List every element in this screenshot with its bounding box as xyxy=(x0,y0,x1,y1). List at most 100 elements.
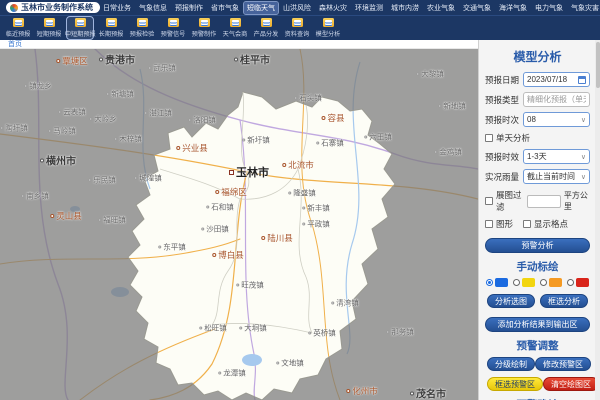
toolbar: 临近预报短期预报中短期预报长期预报预报检验预警信号预警制作天气会商产品分发资料查… xyxy=(0,15,600,40)
forecast-date-label: 预报日期 xyxy=(485,74,523,86)
level-draw-button[interactable]: 分级绘制 xyxy=(487,357,535,371)
top-nav-item-6[interactable]: 森林火灾 xyxy=(316,2,350,14)
document-icon xyxy=(75,18,86,27)
toolbar-item-label: 中短期预报 xyxy=(65,28,96,38)
top-nav-item-8[interactable]: 城市内涝 xyxy=(388,2,422,14)
color-swatch-blue[interactable] xyxy=(486,278,508,287)
panel-scrollbar xyxy=(595,40,600,400)
forecast-period-select[interactable]: 1-3天 ∨ xyxy=(523,149,590,164)
forecast-date-value: 2023/07/18 xyxy=(527,75,578,84)
top-nav-item-3[interactable]: 省市气象 xyxy=(208,2,242,14)
radio-yellow[interactable] xyxy=(513,279,520,286)
map-column: 首页 xyxy=(0,40,478,400)
chevron-down-icon: ∨ xyxy=(581,153,586,161)
toolbar-item-9[interactable]: 资料查询 xyxy=(283,17,311,39)
toolbar-item-3[interactable]: 长期预报 xyxy=(97,17,125,39)
panel-title: 模型分析 xyxy=(485,48,590,65)
top-nav-item-4[interactable]: 短临天气 xyxy=(244,2,278,14)
top-nav-item-1[interactable]: 气象信息 xyxy=(136,2,170,14)
toolbar-item-5[interactable]: 预警信号 xyxy=(159,17,187,39)
color-swatch-yellow[interactable] xyxy=(513,278,535,287)
color-chip-orange xyxy=(549,278,562,287)
top-nav-item-2[interactable]: 预报制作 xyxy=(172,2,206,14)
toolbar-item-label: 预警制作 xyxy=(192,28,217,38)
document-icon xyxy=(137,18,148,27)
top-nav-item-11[interactable]: 海洋气象 xyxy=(496,2,530,14)
toolbar-item-8[interactable]: 产品分发 xyxy=(252,17,280,39)
breadcrumb-home-link[interactable]: 首页 xyxy=(8,41,22,48)
area-filter-checkbox[interactable] xyxy=(485,197,493,205)
model-analysis-panel: 模型分析 预报日期 2023/07/18 预报类型 精细化预报（单天） 预报时次… xyxy=(478,40,600,400)
observed-rain-label: 实况雨量 xyxy=(485,171,523,183)
top-nav-item-10[interactable]: 交通气象 xyxy=(460,2,494,14)
toolbar-item-4[interactable]: 预报检验 xyxy=(128,17,156,39)
warning-adjust-title: 预警调整 xyxy=(485,338,590,353)
forecast-date-input[interactable]: 2023/07/18 xyxy=(523,72,590,87)
forecast-time-select[interactable]: 08 ∨ xyxy=(523,112,590,127)
color-chip-blue xyxy=(495,278,508,287)
forecast-type-value: 精细化预报（单天） xyxy=(527,94,586,105)
color-swatch-red[interactable] xyxy=(567,278,589,287)
add-result-to-output-button[interactable]: 添加分析结果到输出区 xyxy=(485,317,590,332)
top-nav-item-0[interactable]: 日常业务 xyxy=(100,2,134,14)
breadcrumb: 首页 xyxy=(0,40,478,49)
map-canvas[interactable] xyxy=(0,49,478,400)
app-title: 玉林市业务制作系统 xyxy=(21,2,93,13)
content: 首页 xyxy=(0,40,600,400)
analysis-select-button[interactable]: 分析选图 xyxy=(487,294,535,308)
top-nav-item-13[interactable]: 气象灾害 xyxy=(568,2,600,14)
box-select-warning-area-button[interactable]: 框选预警区 xyxy=(487,377,543,391)
top-nav-item-12[interactable]: 电力气象 xyxy=(532,2,566,14)
toolbar-item-label: 预警信号 xyxy=(161,28,186,38)
forecast-time-value: 08 xyxy=(527,115,581,124)
document-icon xyxy=(261,18,272,27)
panel-scrollbar-thumb[interactable] xyxy=(596,42,600,88)
modify-warning-area-button[interactable]: 修改预警区 xyxy=(535,357,591,371)
document-icon xyxy=(168,18,179,27)
map-container[interactable]: 贵港市桂平市覃塘区武乐镇大黎镇镇龙乡新塘镇石头镇新地镇云表镇湛江镇容县大岭乡洛阳… xyxy=(0,49,478,400)
top-nav-items: 日常业务气象信息预报制作省市气象短临天气山洪风险森林火灾环境监测城市内涝农业气象… xyxy=(100,2,600,14)
observed-rain-select[interactable]: 截止当前时间 ∨ xyxy=(523,169,590,184)
box-select-analysis-button[interactable]: 框选分析 xyxy=(540,294,588,308)
document-icon xyxy=(44,18,55,27)
show-grid-checkbox[interactable] xyxy=(523,220,531,228)
document-icon xyxy=(106,18,117,27)
area-filter-unit: 平方公里 xyxy=(564,190,590,212)
toolbar-item-label: 资料查询 xyxy=(285,28,310,38)
toolbar-item-1[interactable]: 短期预报 xyxy=(35,17,63,39)
toolbar-item-2[interactable]: 中短期预报 xyxy=(66,16,94,40)
chevron-down-icon: ∨ xyxy=(581,173,586,181)
toolbar-item-0[interactable]: 临近预报 xyxy=(4,17,32,39)
observed-rain-value: 截止当前时间 xyxy=(527,171,581,182)
color-swatches xyxy=(486,278,589,287)
radio-red[interactable] xyxy=(567,279,574,286)
warning-analyze-button[interactable]: 预警分析 xyxy=(485,238,590,253)
graphic-checkbox[interactable] xyxy=(485,220,493,228)
manual-plot-title: 手动标绘 xyxy=(485,259,590,274)
clear-draw-area-button[interactable]: 清空绘图区 xyxy=(543,377,599,391)
single-day-checkbox[interactable] xyxy=(485,134,493,142)
radio-blue[interactable] xyxy=(486,279,493,286)
forecast-type-input[interactable]: 精细化预报（单天） xyxy=(523,92,590,107)
toolbar-item-label: 模型分析 xyxy=(316,28,341,38)
toolbar-item-label: 天气会商 xyxy=(223,28,248,38)
area-filter-label: 展图过滤 xyxy=(496,189,524,213)
top-nav-item-9[interactable]: 农业气象 xyxy=(424,2,458,14)
radio-orange[interactable] xyxy=(540,279,547,286)
toolbar-item-label: 临近预报 xyxy=(6,28,31,38)
calendar-icon[interactable] xyxy=(578,76,586,84)
forecast-type-label: 预报类型 xyxy=(485,94,523,106)
toolbar-item-6[interactable]: 预警制作 xyxy=(190,17,218,39)
top-nav-item-7[interactable]: 环境监测 xyxy=(352,2,386,14)
show-grid-label: 显示格点 xyxy=(534,218,568,230)
document-icon xyxy=(323,18,334,27)
forecast-period-label: 预报时效 xyxy=(485,151,523,163)
toolbar-item-10[interactable]: 模型分析 xyxy=(314,17,342,39)
toolbar-item-label: 产品分发 xyxy=(254,28,279,38)
app-logo[interactable]: 玉林市业务制作系统 xyxy=(6,2,100,13)
color-swatch-orange[interactable] xyxy=(540,278,562,287)
toolbar-item-7[interactable]: 天气会商 xyxy=(221,17,249,39)
graphic-label: 图形 xyxy=(496,218,513,230)
area-filter-input[interactable] xyxy=(527,195,561,208)
top-nav-item-5[interactable]: 山洪风险 xyxy=(280,2,314,14)
